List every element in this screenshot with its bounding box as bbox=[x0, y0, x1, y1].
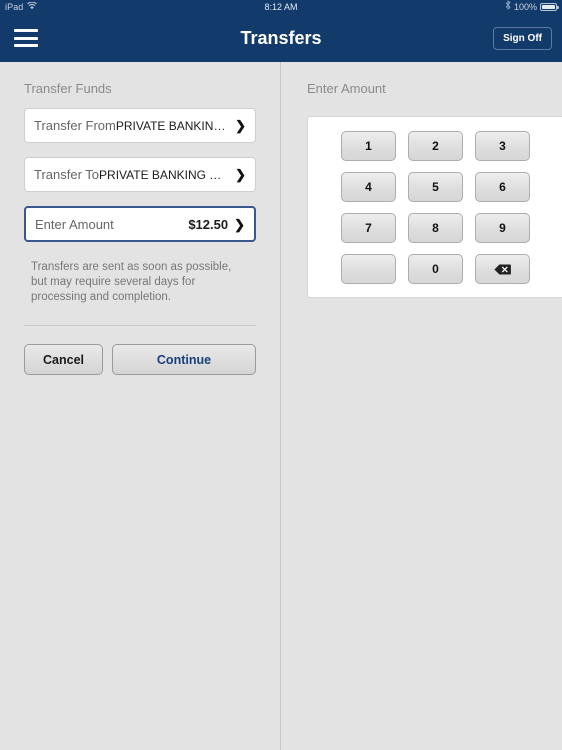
app-navigation-bar: Transfers Sign Off bbox=[0, 14, 562, 62]
sign-off-button[interactable]: Sign Off bbox=[493, 26, 552, 50]
key-blank bbox=[341, 254, 396, 284]
transfer-from-value: PRIVATE BANKING NO... bbox=[115, 118, 229, 133]
continue-button[interactable]: Continue bbox=[112, 344, 256, 375]
amount-keypad-pane: Enter Amount 1 2 3 4 5 6 7 8 9 0 bbox=[281, 62, 562, 750]
transfer-from-label: Transfer From bbox=[34, 118, 116, 133]
transfer-to-value: PRIVATE BANKING NO... bbox=[99, 167, 230, 182]
key-7[interactable]: 7 bbox=[341, 213, 396, 243]
form-divider bbox=[24, 325, 256, 326]
form-actions: Cancel Continue bbox=[24, 344, 256, 375]
key-2[interactable]: 2 bbox=[408, 131, 463, 161]
transfer-disclaimer-text: Transfers are sent as soon as possible, … bbox=[31, 261, 232, 303]
cancel-button[interactable]: Cancel bbox=[24, 344, 103, 375]
backspace-icon bbox=[494, 264, 511, 275]
status-bar-right: 100% bbox=[505, 0, 559, 14]
enter-amount-label: Enter Amount bbox=[35, 216, 114, 232]
numeric-keypad: 1 2 3 4 5 6 7 8 9 0 bbox=[308, 131, 562, 284]
status-bar-left: iPad bbox=[5, 0, 38, 14]
key-backspace[interactable] bbox=[475, 254, 530, 284]
key-5[interactable]: 5 bbox=[408, 172, 463, 202]
transfer-funds-heading: Transfer Funds bbox=[24, 81, 112, 96]
hamburger-menu-icon[interactable] bbox=[14, 29, 38, 47]
battery-percent-label: 100% bbox=[513, 2, 537, 12]
key-8[interactable]: 8 bbox=[408, 213, 463, 243]
chevron-right-icon: ❯ bbox=[235, 167, 246, 182]
transfer-to-label: Transfer To bbox=[34, 167, 100, 182]
device-name: iPad bbox=[5, 2, 24, 12]
transfer-form-pane: Transfer Funds Transfer From PRIVATE BAN… bbox=[0, 62, 281, 750]
transfer-to-field[interactable]: Transfer To PRIVATE BANKING NO... ❯ bbox=[24, 157, 256, 192]
key-3[interactable]: 3 bbox=[475, 131, 530, 161]
enter-amount-value: $12.50 bbox=[188, 216, 229, 232]
page-title: Transfers bbox=[240, 27, 322, 48]
key-6[interactable]: 6 bbox=[475, 172, 530, 202]
status-bar-time: 8:12 AM bbox=[264, 2, 298, 12]
bluetooth-icon bbox=[505, 0, 511, 14]
enter-amount-field[interactable]: Enter Amount $12.50 ❯ bbox=[24, 206, 256, 242]
transfer-from-field[interactable]: Transfer From PRIVATE BANKING NO... ❯ bbox=[24, 108, 256, 143]
chevron-right-icon: ❯ bbox=[234, 216, 245, 232]
ios-status-bar: iPad 8:12 AM 100% bbox=[0, 0, 562, 14]
keypad-card: 1 2 3 4 5 6 7 8 9 0 bbox=[307, 116, 562, 298]
chevron-right-icon: ❯ bbox=[235, 118, 246, 133]
split-content: Transfer Funds Transfer From PRIVATE BAN… bbox=[0, 62, 562, 750]
key-4[interactable]: 4 bbox=[341, 172, 396, 202]
battery-icon bbox=[540, 3, 559, 11]
key-1[interactable]: 1 bbox=[341, 131, 396, 161]
wifi-icon bbox=[27, 0, 38, 14]
key-9[interactable]: 9 bbox=[475, 213, 530, 243]
key-0[interactable]: 0 bbox=[408, 254, 463, 284]
enter-amount-heading: Enter Amount bbox=[307, 81, 386, 96]
